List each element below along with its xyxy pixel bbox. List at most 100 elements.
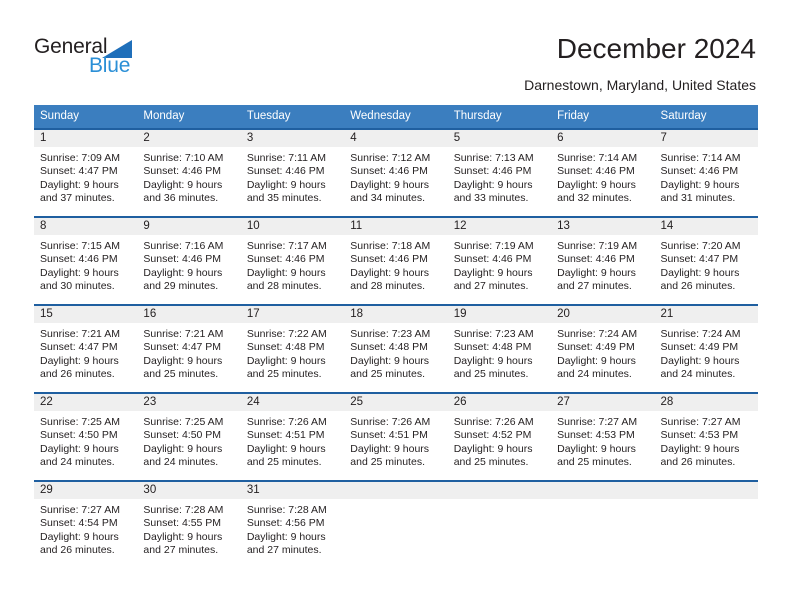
sunset-time: Sunset: 4:46 PM — [143, 253, 222, 266]
sunset-time: Sunset: 4:48 PM — [246, 341, 325, 354]
daylight-duration-line1: Daylight: 9 hours — [246, 266, 326, 279]
sunrise-time: Sunrise: 7:21 AM — [40, 328, 120, 340]
daylight-duration-line2: and 25 minutes. — [557, 456, 632, 469]
day-number: 7 — [654, 130, 758, 147]
sunset-time: Sunset: 4:46 PM — [557, 165, 635, 178]
weekday-header: Sunday Monday Tuesday Wednesday Thursday… — [34, 105, 758, 128]
page-header: General Blue December 2024 Darnestown, M… — [0, 0, 792, 98]
calendar-day-cell[interactable]: 13 Sunrise: 7:19 AM Sunset: 4:46 PM Dayligh… — [551, 216, 655, 304]
daylight-duration-line2: and 31 minutes. — [660, 192, 736, 205]
sunrise-time: Sunrise: 7:28 AM — [143, 504, 224, 516]
weekday-header-tuesday: Tuesday — [240, 105, 345, 128]
daylight-duration-line1: Daylight: 9 hours — [246, 178, 326, 191]
page-location: Darnestown, Maryland, United States — [524, 77, 756, 93]
calendar-day-cell[interactable]: 31 Sunrise: 7:28 AM Sunset: 4:56 PM Dayligh… — [240, 480, 345, 568]
day-details: Sunrise: 7:27 AM Sunset: 4:54 PM Daylight:… — [34, 499, 137, 558]
calendar-day-cell[interactable]: 28 Sunrise: 7:27 AM Sunset: 4:53 PM Dayligh… — [654, 392, 758, 480]
daylight-duration-line2: and 27 minutes. — [143, 544, 219, 557]
calendar-day-cell[interactable]: 27 Sunrise: 7:27 AM Sunset: 4:53 PM Dayligh… — [551, 392, 655, 480]
sunrise-time: Sunrise: 7:26 AM — [453, 416, 534, 428]
calendar-day-cell[interactable]: 10 Sunrise: 7:17 AM Sunset: 4:46 PM Dayligh… — [240, 216, 345, 304]
calendar-day-cell[interactable]: 8 Sunrise: 7:15 AM Sunset: 4:46 PM Daylight… — [34, 216, 138, 304]
sunset-time: Sunset: 4:46 PM — [246, 253, 325, 266]
sunset-time: Sunset: 4:46 PM — [453, 165, 532, 178]
sunset-time: Sunset: 4:46 PM — [246, 165, 325, 178]
calendar-day-cell[interactable]: 16 Sunrise: 7:21 AM Sunset: 4:47 PM Dayligh… — [137, 304, 241, 392]
sunset-time: Sunset: 4:48 PM — [350, 341, 428, 354]
logo-generalblue[interactable]: General Blue — [34, 36, 204, 88]
calendar-day-cell[interactable]: 18 Sunrise: 7:23 AM Sunset: 4:48 PM Dayligh… — [344, 304, 448, 392]
calendar-day-cell[interactable]: 7 Sunrise: 7:14 AM Sunset: 4:46 PM Daylight… — [654, 128, 758, 216]
day-details: Sunrise: 7:27 AM Sunset: 4:53 PM Daylight:… — [655, 411, 758, 470]
day-details: Sunrise: 7:22 AM Sunset: 4:48 PM Daylight:… — [241, 323, 344, 382]
calendar-day-cell[interactable] — [344, 480, 448, 568]
page-title: December 2024 — [556, 33, 756, 64]
day-details: Sunrise: 7:12 AM Sunset: 4:46 PM Daylight:… — [344, 147, 447, 206]
day-cell-inner: 28 Sunrise: 7:27 AM Sunset: 4:53 PM Dayligh… — [654, 392, 758, 480]
calendar-day-cell[interactable] — [654, 480, 758, 568]
calendar-day-cell[interactable]: 1 Sunrise: 7:09 AM Sunset: 4:47 PM Daylight… — [34, 128, 138, 216]
calendar-day-cell[interactable]: 29 Sunrise: 7:27 AM Sunset: 4:54 PM Dayligh… — [34, 480, 138, 568]
day-details: Sunrise: 7:26 AM Sunset: 4:51 PM Daylight:… — [241, 411, 344, 470]
daylight-duration-line1: Daylight: 9 hours — [350, 178, 430, 191]
daylight-duration-line1: Daylight: 9 hours — [350, 354, 430, 367]
calendar-day-cell[interactable]: 15 Sunrise: 7:21 AM Sunset: 4:47 PM Dayligh… — [34, 304, 138, 392]
day-details: Sunrise: 7:28 AM Sunset: 4:56 PM Daylight:… — [241, 499, 344, 558]
sunset-time: Sunset: 4:48 PM — [453, 341, 532, 354]
sunset-time: Sunset: 4:46 PM — [40, 253, 118, 266]
day-cell-inner — [344, 480, 448, 568]
day-number — [551, 482, 655, 499]
day-number: 20 — [551, 306, 655, 323]
day-cell-inner: 21 Sunrise: 7:24 AM Sunset: 4:49 PM Dayligh… — [654, 304, 758, 392]
day-cell-inner: 30 Sunrise: 7:28 AM Sunset: 4:55 PM Dayligh… — [137, 480, 241, 568]
calendar-day-cell[interactable]: 14 Sunrise: 7:20 AM Sunset: 4:47 PM Dayligh… — [654, 216, 758, 304]
calendar-day-cell[interactable]: 12 Sunrise: 7:19 AM Sunset: 4:46 PM Dayligh… — [447, 216, 552, 304]
day-cell-inner: 4 Sunrise: 7:12 AM Sunset: 4:46 PM Daylight… — [344, 128, 448, 216]
day-details: Sunrise: 7:23 AM Sunset: 4:48 PM Daylight:… — [344, 323, 447, 382]
calendar-day-cell[interactable]: 25 Sunrise: 7:26 AM Sunset: 4:51 PM Dayligh… — [344, 392, 448, 480]
calendar-day-cell[interactable]: 4 Sunrise: 7:12 AM Sunset: 4:46 PM Daylight… — [344, 128, 448, 216]
calendar-day-cell[interactable]: 30 Sunrise: 7:28 AM Sunset: 4:55 PM Dayligh… — [137, 480, 241, 568]
sunrise-time: Sunrise: 7:21 AM — [143, 328, 224, 340]
day-details: Sunrise: 7:24 AM Sunset: 4:49 PM Daylight:… — [655, 323, 758, 382]
calendar-day-cell[interactable]: 2 Sunrise: 7:10 AM Sunset: 4:46 PM Daylight… — [137, 128, 241, 216]
daylight-duration-line1: Daylight: 9 hours — [40, 442, 119, 455]
calendar-day-cell[interactable]: 9 Sunrise: 7:16 AM Sunset: 4:46 PM Daylight… — [137, 216, 241, 304]
calendar-day-cell[interactable]: 17 Sunrise: 7:22 AM Sunset: 4:48 PM Dayligh… — [240, 304, 345, 392]
calendar-day-cell[interactable] — [551, 480, 655, 568]
sunrise-time: Sunrise: 7:25 AM — [40, 416, 120, 428]
day-details: Sunrise: 7:27 AM Sunset: 4:53 PM Daylight:… — [551, 411, 654, 470]
calendar-day-cell[interactable]: 5 Sunrise: 7:13 AM Sunset: 4:46 PM Daylight… — [447, 128, 552, 216]
calendar-day-cell[interactable]: 11 Sunrise: 7:18 AM Sunset: 4:46 PM Dayligh… — [344, 216, 448, 304]
sunset-time: Sunset: 4:46 PM — [143, 165, 222, 178]
calendar-day-cell[interactable] — [447, 480, 552, 568]
calendar-day-cell[interactable]: 3 Sunrise: 7:11 AM Sunset: 4:46 PM Daylight… — [240, 128, 345, 216]
daylight-duration-line2: and 26 minutes. — [660, 456, 736, 469]
calendar-week-row: 29 Sunrise: 7:27 AM Sunset: 4:54 PM Dayligh… — [34, 480, 758, 568]
daylight-duration-line1: Daylight: 9 hours — [350, 442, 430, 455]
daylight-duration-line2: and 24 minutes. — [143, 456, 219, 469]
day-details: Sunrise: 7:25 AM Sunset: 4:50 PM Daylight:… — [34, 411, 137, 470]
sunrise-time: Sunrise: 7:13 AM — [453, 152, 534, 164]
daylight-duration-line1: Daylight: 9 hours — [557, 178, 636, 191]
day-cell-inner: 11 Sunrise: 7:18 AM Sunset: 4:46 PM Dayligh… — [344, 216, 448, 304]
sunrise-time: Sunrise: 7:22 AM — [246, 328, 327, 340]
calendar-day-cell[interactable]: 6 Sunrise: 7:14 AM Sunset: 4:46 PM Daylight… — [551, 128, 655, 216]
day-number: 31 — [240, 482, 345, 499]
calendar-day-cell[interactable]: 24 Sunrise: 7:26 AM Sunset: 4:51 PM Dayligh… — [240, 392, 345, 480]
daylight-duration-line1: Daylight: 9 hours — [143, 266, 223, 279]
calendar-day-cell[interactable]: 22 Sunrise: 7:25 AM Sunset: 4:50 PM Dayligh… — [34, 392, 138, 480]
calendar-day-cell[interactable]: 20 Sunrise: 7:24 AM Sunset: 4:49 PM Dayligh… — [551, 304, 655, 392]
day-cell-inner: 29 Sunrise: 7:27 AM Sunset: 4:54 PM Dayligh… — [34, 480, 138, 568]
calendar-day-cell[interactable]: 26 Sunrise: 7:26 AM Sunset: 4:52 PM Dayligh… — [447, 392, 552, 480]
calendar-day-cell[interactable]: 23 Sunrise: 7:25 AM Sunset: 4:50 PM Dayligh… — [137, 392, 241, 480]
daylight-duration-line1: Daylight: 9 hours — [660, 442, 740, 455]
day-cell-inner: 27 Sunrise: 7:27 AM Sunset: 4:53 PM Dayligh… — [551, 392, 655, 480]
sunset-time: Sunset: 4:54 PM — [40, 517, 118, 530]
calendar-day-cell[interactable]: 19 Sunrise: 7:23 AM Sunset: 4:48 PM Dayligh… — [447, 304, 552, 392]
day-details: Sunrise: 7:19 AM Sunset: 4:46 PM Daylight:… — [551, 235, 654, 294]
daylight-duration-line2: and 24 minutes. — [660, 368, 736, 381]
sunrise-time: Sunrise: 7:19 AM — [557, 240, 638, 252]
calendar-day-cell[interactable]: 21 Sunrise: 7:24 AM Sunset: 4:49 PM Dayligh… — [654, 304, 758, 392]
sunset-time: Sunset: 4:51 PM — [246, 429, 325, 442]
